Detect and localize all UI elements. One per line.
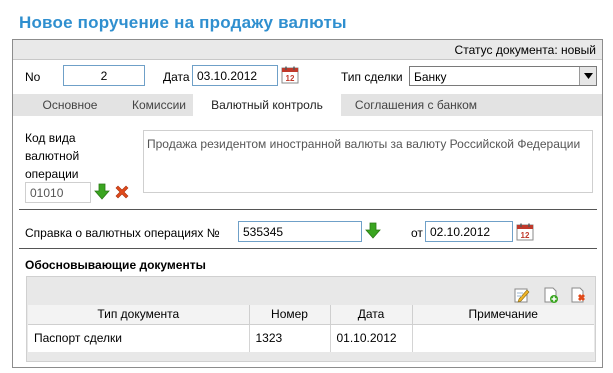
certificate-number-input[interactable] [238, 221, 362, 242]
operation-label-line1: Код вида [25, 131, 76, 145]
clear-icon[interactable] [114, 184, 130, 200]
tab-currency-control[interactable]: Валютный контроль [193, 94, 341, 116]
divider [19, 209, 597, 210]
operation-code-input[interactable] [25, 182, 91, 203]
column-header-note[interactable]: Примечание [412, 305, 594, 325]
operation-code-label: Код вида валютной операции [25, 129, 79, 183]
operation-label-line2: валютной [25, 149, 80, 163]
cell-note [412, 324, 594, 352]
column-header-doc-type[interactable]: Тип документа [28, 305, 250, 325]
delete-document-icon[interactable] [570, 287, 586, 303]
table-header-row: Тип документа Номер Дата Примечание [28, 305, 594, 325]
svg-text:12: 12 [521, 231, 530, 240]
certificate-date-input[interactable] [425, 221, 513, 242]
tabs-bar: Основное Комиссии Валютный контроль Согл… [13, 94, 602, 116]
divider [19, 248, 597, 249]
operation-description: Продажа резидентом иностранной валюты за… [143, 130, 593, 193]
operation-label-line3: операции [25, 167, 79, 181]
date-label: Дата [163, 70, 190, 84]
document-status: Статус документа: новый [13, 40, 602, 60]
add-document-icon[interactable] [543, 287, 559, 303]
certificate-label: Справка о валютных операциях № [25, 226, 220, 240]
documents-heading: Обосновывающие документы [25, 258, 206, 272]
svg-text:12: 12 [286, 74, 295, 83]
deal-type-label: Тип сделки [341, 70, 403, 84]
cell-date: 01.10.2012 [330, 324, 413, 352]
calendar-icon[interactable]: 12 [281, 66, 299, 84]
cell-number: 1323 [249, 324, 331, 352]
documents-table: Тип документа Номер Дата Примечание Пасп… [28, 305, 594, 352]
deal-type-select[interactable]: Банку [409, 66, 597, 86]
cell-doc-type: Паспорт сделки [28, 324, 250, 352]
edit-icon[interactable] [514, 287, 530, 303]
deal-type-value: Банку [414, 70, 447, 84]
page-title: Новое поручение на продажу валюты [19, 13, 347, 32]
tab-main[interactable]: Основное [25, 94, 115, 116]
certificate-from-label: от [411, 226, 423, 240]
table-row[interactable]: Паспорт сделки 1323 01.10.2012 [28, 324, 594, 352]
arrow-down-icon[interactable] [94, 183, 110, 200]
calendar-icon[interactable]: 12 [516, 223, 534, 241]
arrow-down-icon[interactable] [365, 222, 381, 239]
number-label: No [25, 70, 41, 84]
number-input[interactable] [63, 65, 145, 86]
order-form: Статус документа: новый No Дата 12 Тип с… [12, 39, 603, 368]
date-input[interactable] [192, 65, 278, 86]
column-header-date[interactable]: Дата [330, 305, 413, 325]
tab-commissions[interactable]: Комиссии [115, 94, 203, 116]
chevron-down-icon[interactable] [579, 67, 596, 85]
documents-panel: Тип документа Номер Дата Примечание Пасп… [26, 276, 596, 362]
column-header-number[interactable]: Номер [249, 305, 331, 325]
tab-bank-agreements[interactable]: Соглашения с банком [341, 94, 491, 116]
